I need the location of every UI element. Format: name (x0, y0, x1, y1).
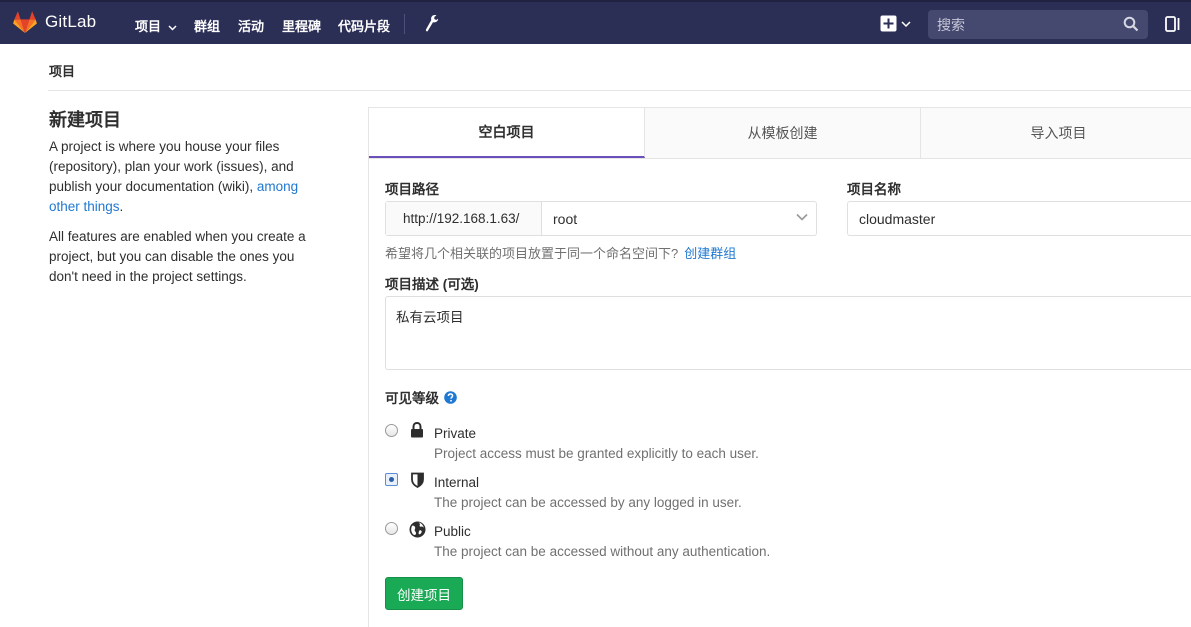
visibility-internal-desc: The project can be accessed by any logge… (434, 495, 742, 510)
chevron-down-icon (168, 25, 177, 31)
project-name-label: 项目名称 (847, 182, 901, 197)
create-project-button[interactable]: 创建项目 (385, 577, 463, 610)
project-intro-text: A project is where you house your files … (49, 139, 299, 214)
admin-area-link[interactable] (424, 14, 440, 37)
visibility-level-label: 可见等级 (385, 387, 457, 407)
tab-import-project[interactable]: 导入项目 (921, 108, 1191, 158)
nav-snippets[interactable]: 代码片段 (338, 16, 390, 35)
wrench-icon (425, 15, 439, 32)
features-note: All features are enabled when you create… (49, 229, 306, 284)
namespace-value: root (553, 210, 578, 227)
breadcrumb[interactable]: 项目 (49, 61, 75, 80)
project-path-label: 项目路径 (385, 182, 439, 197)
lock-icon (411, 422, 423, 438)
globe-icon (409, 521, 426, 538)
namespace-hint: 希望将几个相关联的项目放置于同一个命名空间下? 创建群组 (385, 246, 737, 261)
nav-groups[interactable]: 群组 (194, 16, 220, 35)
tab-create-from-template[interactable]: 从模板创建 (645, 108, 921, 158)
question-circle-icon[interactable] (444, 390, 457, 404)
chevron-down-icon (901, 20, 911, 27)
shield-icon (411, 472, 424, 488)
path-prefix: http://192.168.1.63/ (386, 202, 542, 235)
page-title: 新建项目 (49, 110, 121, 130)
search-input[interactable] (928, 10, 1118, 39)
nav-projects[interactable]: 项目 (135, 16, 177, 35)
panel-icon (1165, 16, 1180, 32)
visibility-private-title: Private (434, 426, 477, 441)
visibility-public-radio[interactable] (385, 522, 398, 535)
gitlab-home-link[interactable]: GitLab (13, 11, 96, 33)
search-icon[interactable] (1123, 16, 1139, 32)
visibility-public-desc: The project can be accessed without any … (434, 544, 771, 559)
project-description-input[interactable]: 私有云项目 (385, 296, 1191, 370)
project-name-input[interactable] (847, 201, 1191, 236)
sidebar-toggle-button[interactable] (1165, 15, 1182, 36)
brand-name: GitLab (45, 12, 97, 31)
visibility-private-radio[interactable] (385, 424, 398, 437)
create-group-link[interactable]: 创建群组 (684, 246, 736, 261)
content-divider (368, 159, 369, 627)
nav-milestones[interactable]: 里程碑 (282, 16, 321, 35)
visibility-internal-radio[interactable] (385, 473, 398, 486)
visibility-public-title: Public (434, 524, 471, 539)
project-path-group: http://192.168.1.63/ root (385, 201, 817, 236)
search-box (928, 10, 1148, 39)
chevron-down-icon (796, 213, 808, 221)
namespace-select[interactable]: root (542, 202, 816, 235)
plus-square-icon (880, 15, 897, 32)
visibility-private-desc: Project access must be granted explicitl… (434, 446, 759, 461)
new-dropdown-button[interactable] (880, 15, 911, 32)
new-project-tabs: 空白项目 从模板创建 导入项目 (368, 107, 1191, 159)
tab-blank-project[interactable]: 空白项目 (369, 108, 645, 158)
top-navbar: GitLab 项目 群组 活动 里程碑 代码片段 (0, 0, 1191, 44)
nav-divider (404, 14, 405, 34)
breadcrumb-divider (48, 90, 1191, 91)
nav-activity[interactable]: 活动 (238, 16, 264, 35)
project-description-label: 项目描述 (可选) (385, 277, 479, 292)
visibility-internal-title: Internal (434, 475, 480, 490)
gitlab-logo-icon (13, 11, 37, 33)
